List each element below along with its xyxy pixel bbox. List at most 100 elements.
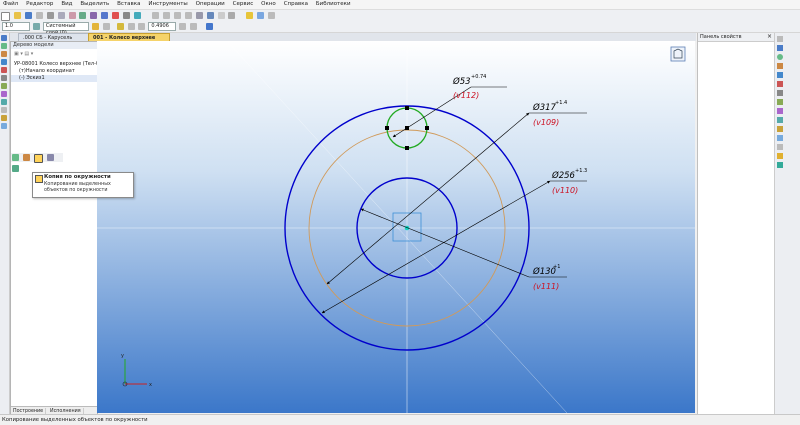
report-tool-icon[interactable]: [1, 107, 7, 113]
snap-icon[interactable]: [268, 12, 276, 19]
rotate-copy-icon[interactable]: [22, 154, 30, 161]
model-tree-panel: Дерево модели ▣ ▾ ▤ ▾ УР-08001 Колесо ве…: [10, 41, 101, 423]
help-icon[interactable]: [134, 12, 142, 19]
arc-icon[interactable]: [777, 63, 783, 69]
menu-window[interactable]: Окно: [258, 0, 279, 9]
sketch-icon[interactable]: [246, 12, 254, 19]
paste-icon[interactable]: [68, 12, 76, 19]
orientation-icon[interactable]: [206, 12, 214, 19]
menu-help[interactable]: Справка: [281, 0, 311, 9]
insert-tool-icon[interactable]: [1, 115, 7, 121]
curve-copy-icon[interactable]: [12, 165, 19, 172]
rectangle-icon[interactable]: [777, 72, 783, 78]
menu-editor[interactable]: Редактор: [23, 0, 56, 9]
dim317-tolerance: +1.4: [555, 100, 567, 106]
zoom-fit-icon[interactable]: [179, 23, 187, 30]
calc-icon[interactable]: [123, 12, 131, 19]
view-mode-icon[interactable]: [217, 12, 225, 19]
current-state-toolbar: 1.0 Системный слой (0) 0.4906: [0, 21, 800, 36]
chamfer-icon[interactable]: [777, 117, 783, 123]
select-all-icon[interactable]: [1, 91, 7, 97]
spec-tool-icon[interactable]: [1, 99, 7, 105]
zoom-all-icon[interactable]: [138, 23, 146, 30]
point-icon[interactable]: [777, 99, 783, 105]
new-file-icon[interactable]: [1, 12, 10, 21]
handle-top[interactable]: [405, 106, 409, 110]
copy-icon[interactable]: [57, 12, 65, 19]
right-tool-strip: [774, 33, 800, 414]
close-icon[interactable]: ×: [767, 33, 772, 41]
zoom-value-input[interactable]: 0.4906: [148, 22, 177, 31]
menu-select[interactable]: Выделить: [77, 0, 112, 9]
offset-icon[interactable]: [777, 135, 783, 141]
contour-icon[interactable]: [777, 153, 783, 159]
cursor-icon[interactable]: [102, 23, 110, 30]
menu-operations[interactable]: Операции: [193, 0, 228, 9]
shading-icon[interactable]: [228, 12, 236, 19]
mirror-icon[interactable]: [777, 162, 783, 168]
menu-service[interactable]: Сервис: [230, 0, 257, 9]
spline-icon[interactable]: [777, 90, 783, 96]
grid-icon[interactable]: [257, 12, 265, 19]
dim53-value[interactable]: Ø53: [452, 76, 471, 87]
print-icon[interactable]: [35, 12, 43, 19]
tooltip: Копия по окружности Копирование выделенн…: [32, 172, 134, 198]
drawing-viewport[interactable]: Ø53 +0.74 (v112) Ø317 +1.4 (v109) Ø256 +…: [97, 41, 695, 413]
menu-tools[interactable]: Инструменты: [145, 0, 190, 9]
dim317-value[interactable]: Ø317: [532, 102, 557, 113]
properties-panel: Панель свойств ×: [697, 33, 774, 414]
scale-select[interactable]: 1.0: [2, 22, 30, 31]
dimension-tool-icon[interactable]: [1, 51, 7, 57]
grid-copy-icon[interactable]: [46, 154, 54, 161]
handle-left[interactable]: [385, 126, 389, 130]
tree-title: Дерево модели: [11, 42, 97, 49]
refresh-icon[interactable]: [127, 23, 135, 30]
polygon-icon[interactable]: [777, 81, 783, 87]
redo-icon[interactable]: [90, 12, 98, 19]
layer-icon[interactable]: [32, 23, 40, 30]
variables-icon[interactable]: [112, 12, 120, 19]
line-icon[interactable]: [777, 45, 783, 51]
dim317-variable: (v109): [533, 118, 559, 127]
zoom-window-icon[interactable]: [173, 12, 181, 19]
fragment-tool-icon[interactable]: [1, 123, 7, 129]
move-icon[interactable]: [12, 154, 19, 161]
handle-right[interactable]: [425, 126, 429, 130]
rotate-icon[interactable]: [195, 12, 203, 19]
tree-item-part[interactable]: УР-08001 Колесо верхнее (Тел-0): [11, 61, 101, 68]
tree-item-origin[interactable]: (т)Начало координат: [11, 68, 97, 75]
hatch-icon[interactable]: [777, 108, 783, 114]
menu-libraries[interactable]: Библиотеки: [313, 0, 354, 9]
menu-view[interactable]: Вид: [58, 0, 75, 9]
cut-icon[interactable]: [46, 12, 54, 19]
undo-icon[interactable]: [79, 12, 87, 19]
measure-tool-icon[interactable]: [1, 83, 7, 89]
tree-item-sketch[interactable]: (-) Эскиз1: [11, 75, 97, 82]
geometry-tool-icon[interactable]: [1, 43, 7, 49]
display-icon[interactable]: [206, 23, 214, 30]
zoom-out-icon[interactable]: [162, 12, 170, 19]
layer-select[interactable]: Системный слой (0): [42, 22, 89, 36]
tooltip-title: Копия по окружности: [44, 174, 111, 180]
circle-icon[interactable]: [777, 54, 783, 60]
menu-file[interactable]: Файл: [0, 0, 21, 9]
fillet-icon[interactable]: [777, 126, 783, 132]
open-file-icon[interactable]: [13, 12, 21, 19]
trim-icon[interactable]: [777, 144, 783, 150]
parametrize-tool-icon[interactable]: [1, 75, 7, 81]
designation-tool-icon[interactable]: [1, 59, 7, 65]
style-icon[interactable]: [91, 23, 99, 30]
zoom-in-icon[interactable]: [151, 12, 159, 19]
handle-bottom[interactable]: [405, 146, 409, 150]
menu-insert[interactable]: Вставка: [114, 0, 143, 9]
redraw-icon[interactable]: [190, 23, 198, 30]
save-icon[interactable]: [24, 12, 32, 19]
select-tool-icon[interactable]: [1, 35, 7, 41]
pan-icon[interactable]: [184, 12, 192, 19]
edit-tool-icon[interactable]: [1, 67, 7, 73]
filter-icon[interactable]: [116, 23, 124, 30]
dim256-value[interactable]: Ø256: [551, 170, 576, 181]
circular-copy-icon[interactable]: [33, 154, 43, 163]
compact-panel-icon[interactable]: [777, 36, 783, 42]
library-icon[interactable]: [101, 12, 109, 19]
